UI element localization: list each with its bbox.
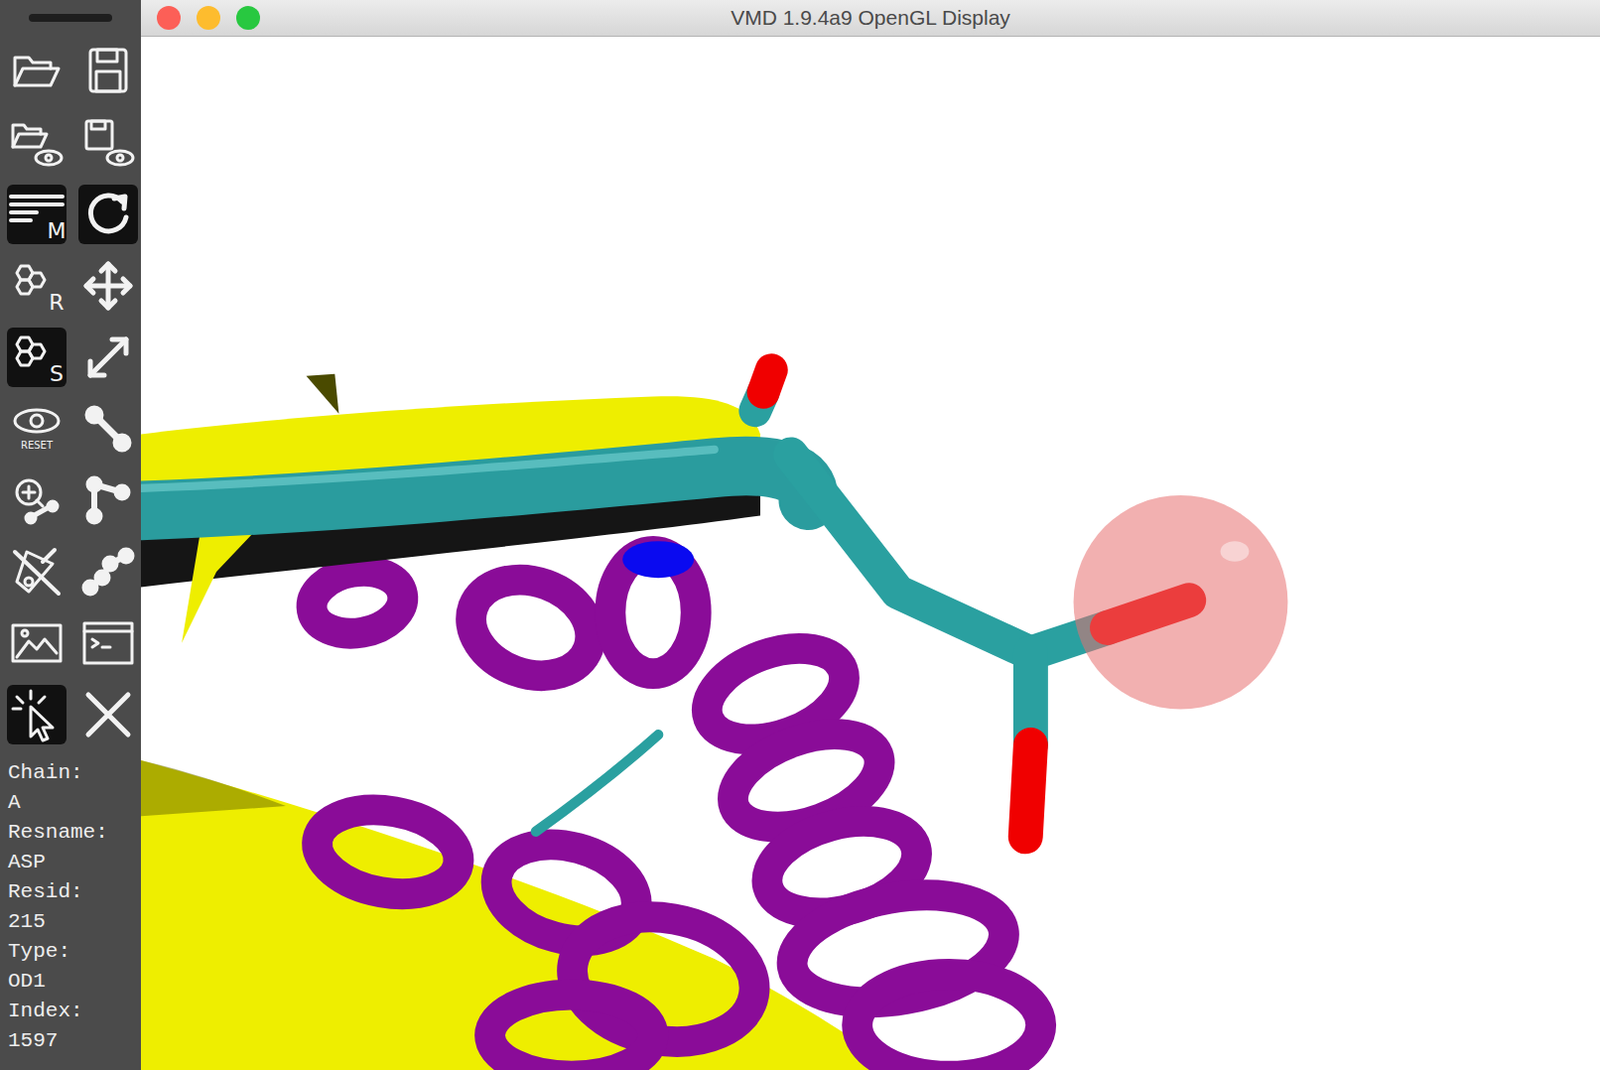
window-title: VMD 1.9.4a9 OpenGL Display bbox=[730, 5, 1011, 30]
translate-button[interactable] bbox=[78, 256, 138, 316]
console-button[interactable] bbox=[78, 613, 138, 673]
opengl-display-window: VMD 1.9.4a9 OpenGL Display bbox=[140, 0, 1600, 1070]
info-label: Index: bbox=[7, 996, 141, 1027]
main-label: M bbox=[47, 218, 67, 244]
reset-button[interactable]: RESET bbox=[6, 399, 67, 459]
selections-button[interactable]: S bbox=[6, 327, 67, 388]
reps-label: R bbox=[48, 289, 64, 315]
toolbar-buttons: M R S RESET bbox=[0, 21, 141, 745]
reps-icon: R bbox=[6, 256, 67, 316]
picked-atom-highlight bbox=[1073, 495, 1289, 710]
close-window-button[interactable] bbox=[156, 5, 181, 30]
info-label: Type: bbox=[7, 936, 141, 967]
render-icon bbox=[6, 613, 67, 673]
sheet-arrow-wing bbox=[181, 531, 256, 644]
translate-icon bbox=[78, 256, 138, 316]
scale-button[interactable] bbox=[78, 327, 138, 388]
main-icon: M bbox=[6, 184, 67, 245]
scale-icon bbox=[78, 327, 138, 388]
selections-icon: S bbox=[6, 327, 67, 388]
sheet-arrow-tip bbox=[306, 374, 340, 414]
tube-highlight bbox=[140, 449, 715, 489]
info-value: 215 bbox=[7, 907, 141, 937]
rotate-button[interactable] bbox=[78, 184, 138, 245]
angle-icon bbox=[78, 470, 138, 531]
reset-icon: RESET bbox=[6, 399, 67, 459]
main-button[interactable]: M bbox=[6, 184, 67, 245]
open-view-icon bbox=[6, 113, 67, 173]
dihedral-button[interactable] bbox=[78, 541, 138, 602]
reps-button[interactable]: R bbox=[6, 256, 67, 316]
save-button[interactable] bbox=[78, 41, 138, 102]
info-value: OD1 bbox=[7, 966, 141, 997]
reset-label: RESET bbox=[20, 439, 54, 451]
query-icon bbox=[6, 470, 67, 531]
query-button[interactable] bbox=[6, 470, 67, 531]
info-label: Resname: bbox=[7, 817, 141, 848]
sheet-shadow bbox=[140, 760, 286, 816]
helix-turn bbox=[485, 829, 648, 955]
helix-turn bbox=[490, 994, 654, 1070]
info-value: ASP bbox=[7, 847, 141, 878]
sphere-highlight bbox=[1220, 540, 1250, 562]
pick-button[interactable] bbox=[6, 684, 67, 745]
dihedral-icon bbox=[78, 541, 138, 602]
open-icon bbox=[6, 41, 67, 102]
alpha-helix bbox=[306, 550, 1042, 1070]
clear-icon bbox=[6, 541, 67, 602]
molecule-render bbox=[140, 36, 1600, 1070]
console-icon bbox=[78, 613, 138, 673]
pick-icon bbox=[6, 684, 67, 745]
open-view-button[interactable] bbox=[6, 113, 67, 173]
picked-atom-info: Chain: AResname: ASPResid: 215Type: OD1I… bbox=[0, 744, 141, 1057]
toolbar-handle[interactable] bbox=[28, 13, 113, 22]
coil bbox=[535, 734, 659, 832]
helix-turn bbox=[457, 563, 605, 692]
zoom-window-button[interactable] bbox=[236, 5, 261, 30]
minimize-window-button[interactable] bbox=[196, 5, 221, 30]
info-value: 1597 bbox=[7, 1026, 141, 1057]
info-label: Resid: bbox=[7, 877, 141, 908]
save-icon bbox=[78, 41, 138, 102]
helix-turn bbox=[310, 799, 466, 905]
bond-button[interactable] bbox=[78, 399, 138, 459]
vmd-toolbar: M R S RESET Chain: AResname: ASPResid: 215T… bbox=[0, 0, 141, 1070]
window-controls bbox=[140, 5, 731, 30]
clear-button[interactable] bbox=[6, 541, 67, 602]
save-view-button[interactable] bbox=[78, 113, 138, 173]
rotate-icon bbox=[78, 184, 138, 245]
helix-turn bbox=[306, 563, 408, 641]
open-button[interactable] bbox=[6, 41, 67, 102]
molecule-view[interactable] bbox=[140, 36, 1600, 1070]
title-bar[interactable]: VMD 1.9.4a9 OpenGL Display bbox=[140, 0, 1600, 37]
vmd-desktop: M R S RESET Chain: AResname: ASPResid: 215T… bbox=[0, 0, 1600, 1070]
save-view-icon bbox=[78, 113, 138, 173]
nitrogen-atom bbox=[622, 540, 694, 578]
bond-icon bbox=[78, 399, 138, 459]
render-button[interactable] bbox=[6, 613, 67, 673]
info-label: Chain: bbox=[7, 758, 141, 789]
selections-label: S bbox=[49, 361, 64, 387]
helix-turn bbox=[857, 973, 1042, 1070]
close-button[interactable] bbox=[78, 684, 138, 745]
angle-button[interactable] bbox=[78, 470, 138, 531]
backbone-tube bbox=[140, 466, 808, 512]
info-value: A bbox=[7, 788, 141, 818]
close-icon bbox=[78, 684, 138, 745]
